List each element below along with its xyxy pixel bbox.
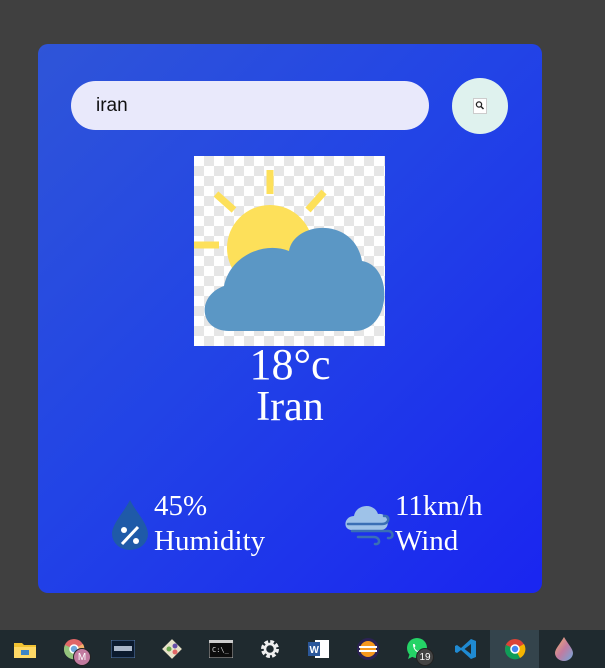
terminal-icon: C:\_ [208,640,233,658]
search-button[interactable] [452,78,508,134]
taskbar-file-explorer[interactable] [0,630,49,668]
weather-card: 18°c Iran 45% Humidity 11km/h Wind [38,44,542,593]
file-explorer-icon [13,643,36,658]
git-icon [161,639,182,659]
mysql-workbench-icon [110,640,135,658]
svg-text:C:\_: C:\_ [212,646,230,654]
weather-image [194,156,385,346]
partly-cloudy-icon [194,170,385,331]
humidity-value: 45% [154,490,208,522]
eclipse-icon [356,638,379,660]
paint-drop-icon [554,637,573,661]
taskbar-chrome[interactable] [490,630,539,668]
city-name: Iran [256,384,324,430]
wind-value: 11km/h [395,490,483,522]
taskbar-word[interactable]: W [294,630,343,668]
whatsapp-badge: 19 [416,648,434,666]
taskbar-vscode[interactable] [441,630,490,668]
temperature: 18°c [249,340,331,389]
taskbar-git[interactable] [147,630,196,668]
taskbar-mysql-workbench[interactable] [98,630,147,668]
search-input[interactable] [71,81,429,130]
taskbar-terminal[interactable]: C:\_ [196,630,245,668]
search-icon [473,98,487,114]
taskbar-paint[interactable] [539,630,588,668]
wind-icon [345,505,394,546]
svg-text:W: W [309,645,319,656]
word-icon: W [307,640,329,658]
humidity-label: Humidity [154,525,266,557]
humidity-icon [112,500,148,550]
profile-badge: M [73,648,91,666]
taskbar-settings[interactable] [245,630,294,668]
wind-label: Wind [395,525,459,557]
taskbar-chrome-profile[interactable]: M [49,630,98,668]
settings-icon [260,640,279,658]
vscode-icon [454,639,476,659]
chrome-icon [504,639,525,660]
taskbar-eclipse[interactable] [343,630,392,668]
taskbar-whatsapp[interactable]: 19 [392,630,441,668]
taskbar: M C:\_ W 19 [0,630,605,668]
